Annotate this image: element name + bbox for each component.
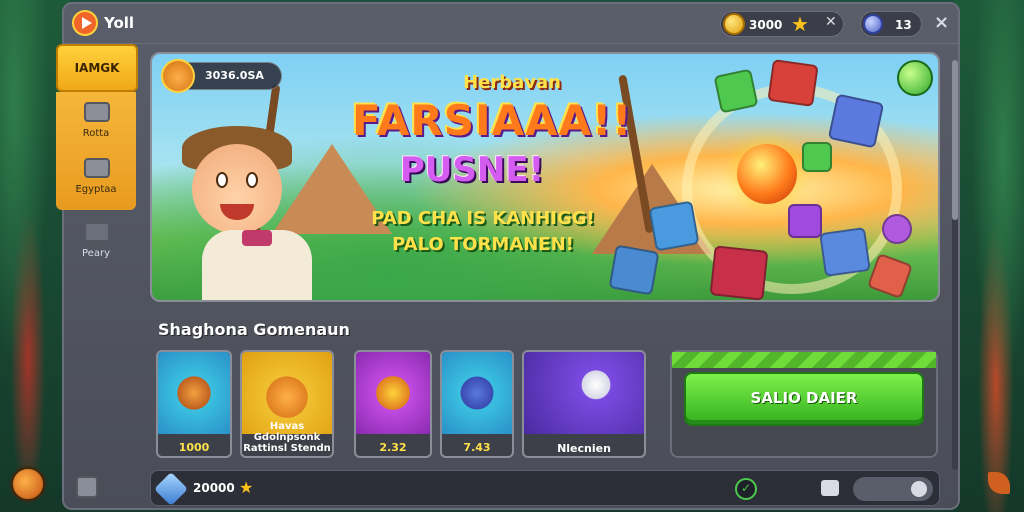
headline-small: Herbavan bbox=[463, 72, 561, 93]
sidebar-item-egyptaa[interactable]: Egyptaa bbox=[56, 152, 136, 208]
headline-sub-line2: PALO TORMANEN! bbox=[392, 234, 574, 255]
scrollbar[interactable] bbox=[952, 60, 958, 470]
hero-bowtie bbox=[242, 230, 272, 246]
sidebar-item-label: Peary bbox=[82, 248, 110, 259]
sidebar-group: Rotta Egyptaa bbox=[56, 92, 136, 210]
reward-card[interactable]: 7.43 bbox=[440, 350, 514, 458]
diamond-icon bbox=[154, 472, 188, 506]
settings-toggle[interactable] bbox=[853, 477, 933, 501]
shop-button[interactable]: ✓ bbox=[735, 478, 757, 500]
hero-eye bbox=[216, 172, 228, 188]
sidebar-item-rotta[interactable]: Rotta bbox=[56, 96, 136, 152]
reward-card[interactable]: 2.32 bbox=[354, 350, 432, 458]
gem-balance: 20000 bbox=[193, 481, 235, 495]
blue-cube-icon bbox=[648, 200, 700, 252]
star-icon: ★ bbox=[239, 478, 254, 497]
coin-value: 3000 bbox=[749, 18, 783, 32]
red-cube-icon bbox=[866, 252, 914, 300]
chest-icon bbox=[84, 158, 110, 178]
blue-cube-icon bbox=[608, 244, 660, 296]
box-icon bbox=[84, 102, 110, 122]
card-label: Havas Gdolnpsonk Rattinsl Stendn bbox=[243, 421, 331, 454]
headline-big: FARSIAAA!! bbox=[352, 96, 633, 145]
hero-character bbox=[192, 144, 282, 234]
play-logo-icon bbox=[72, 10, 98, 36]
sidebar-item-label: Rotta bbox=[82, 128, 110, 139]
cta-button[interactable]: SALIO DAIER bbox=[684, 372, 924, 426]
purple-cube-icon bbox=[802, 142, 832, 172]
scrollbar-thumb[interactable] bbox=[952, 60, 958, 220]
reward-card[interactable]: Nlecnien bbox=[522, 350, 646, 458]
sidebar-item-label: Egyptaa bbox=[75, 184, 117, 195]
toggle-knob bbox=[911, 481, 927, 497]
hero-eye bbox=[246, 172, 258, 188]
purple-cube-icon bbox=[788, 204, 822, 238]
gem-value: 13 bbox=[895, 18, 912, 32]
coin-counter[interactable]: 3000 ★ ✕ bbox=[720, 11, 844, 37]
green-cube-icon bbox=[713, 68, 759, 114]
bottom-bar: 20000 ★ ✓ bbox=[150, 470, 940, 506]
purple-cube-icon bbox=[882, 214, 912, 244]
game-window: Yoll 3000 ★ ✕ 13 × IAMGK Rotta Egyptaa P… bbox=[56, 2, 960, 510]
gem-counter[interactable]: 13 bbox=[860, 11, 922, 37]
jungle-background-right bbox=[954, 0, 1024, 512]
fire-orb-icon bbox=[737, 144, 797, 204]
player-avatar bbox=[161, 59, 195, 93]
card-label: Nlecnien bbox=[557, 442, 611, 455]
player-id: 3036.0SA bbox=[205, 69, 264, 82]
sidebar-tab-label: IAMGK bbox=[74, 61, 120, 75]
reward-card[interactable]: Havas Gdolnpsonk Rattinsl Stendn bbox=[240, 350, 334, 458]
headline-sub-line1: PAD CHA IS KANHIGG! bbox=[371, 208, 595, 229]
red-cube-icon bbox=[767, 59, 819, 107]
bird-icon bbox=[524, 352, 644, 434]
sidebar-item-peary[interactable]: Peary bbox=[56, 216, 136, 272]
sidebar-tab-active[interactable]: IAMGK bbox=[56, 44, 138, 92]
card-label: 7.43 bbox=[463, 441, 491, 454]
card-label: 2.32 bbox=[379, 441, 407, 454]
card-label: 1000 bbox=[178, 441, 210, 454]
cart-icon: ✓ bbox=[741, 481, 752, 495]
treasure-chest-icon bbox=[356, 352, 430, 434]
robot-icon[interactable] bbox=[821, 480, 839, 496]
headline-sub: PAD CHA IS KANHIGG! PALO TORMANEN! bbox=[348, 206, 618, 258]
star-icon: ★ bbox=[791, 12, 809, 36]
green-orb-icon bbox=[897, 60, 933, 96]
promo-banner[interactable]: 3036.0SA Herbavan FARSIAAA!! PUSNE! PAD … bbox=[150, 52, 940, 302]
headline-purple: PUSNE! bbox=[399, 150, 545, 190]
robot-icon bbox=[442, 352, 512, 434]
lock-icon[interactable] bbox=[76, 476, 98, 498]
compass-icon[interactable] bbox=[10, 466, 46, 502]
blue-cube-icon bbox=[827, 93, 885, 149]
title-bar: Yoll 3000 ★ ✕ 13 × bbox=[64, 4, 958, 44]
blue-cube-icon bbox=[819, 227, 871, 277]
chat-icon bbox=[84, 222, 110, 242]
player-badge[interactable]: 3036.0SA bbox=[161, 59, 282, 93]
section-title: Shaghona Gomenaun bbox=[158, 320, 350, 339]
gem-icon bbox=[863, 14, 883, 34]
sidebar: IAMGK Rotta Egyptaa Peary bbox=[56, 44, 138, 510]
app-title: Yoll bbox=[104, 14, 135, 32]
red-cube-icon bbox=[709, 245, 769, 300]
close-coin-icon[interactable]: ✕ bbox=[825, 14, 837, 30]
cta-stripe bbox=[672, 352, 936, 368]
bear-icon bbox=[158, 352, 230, 434]
reward-card[interactable]: 1000 bbox=[156, 350, 232, 458]
coin-icon bbox=[723, 13, 745, 35]
close-window-icon[interactable]: × bbox=[934, 12, 949, 33]
cta-panel: SALIO DAIER bbox=[670, 350, 938, 458]
